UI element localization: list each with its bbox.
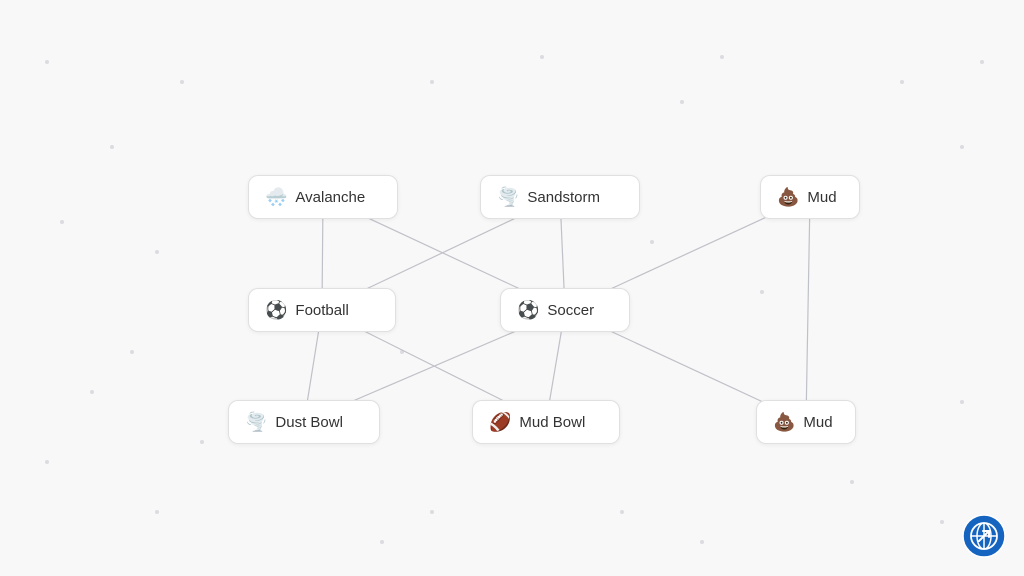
decorative-dot: [900, 80, 904, 84]
node-card-mud2[interactable]: 💩 Mud: [756, 400, 856, 444]
decorative-dot: [400, 350, 404, 354]
node-label-mud1: Mud: [807, 189, 836, 206]
node-label-avalanche: Avalanche: [295, 189, 365, 206]
decorative-dot: [130, 350, 134, 354]
decorative-dot: [155, 250, 159, 254]
app-logo: [962, 514, 1006, 558]
decorative-dot: [650, 240, 654, 244]
decorative-dot: [720, 55, 724, 59]
node-card-football[interactable]: ⚽ Football: [248, 288, 396, 332]
node-label-dustbowl: Dust Bowl: [275, 414, 343, 431]
connector-line: [806, 197, 810, 422]
node-card-avalanche[interactable]: 🌨️ Avalanche: [248, 175, 398, 219]
node-label-mudbowl: Mud Bowl: [519, 414, 585, 431]
node-card-dustbowl[interactable]: 🌪️ Dust Bowl: [228, 400, 380, 444]
node-emoji-football: ⚽: [265, 301, 287, 319]
decorative-dot: [110, 145, 114, 149]
decorative-dot: [430, 510, 434, 514]
node-card-mud1[interactable]: 💩 Mud: [760, 175, 860, 219]
node-card-soccer[interactable]: ⚽ Soccer: [500, 288, 630, 332]
node-label-soccer: Soccer: [547, 302, 594, 319]
decorative-dot: [540, 55, 544, 59]
decorative-dot: [200, 440, 204, 444]
decorative-dot: [45, 60, 49, 64]
node-emoji-avalanche: 🌨️: [265, 188, 287, 206]
node-emoji-sandstorm: 🌪️: [497, 188, 519, 206]
node-label-sandstorm: Sandstorm: [527, 189, 600, 206]
decorative-dot: [155, 510, 159, 514]
decorative-dot: [380, 540, 384, 544]
decorative-dot: [680, 100, 684, 104]
decorative-dot: [620, 510, 624, 514]
decorative-dot: [850, 480, 854, 484]
node-emoji-soccer: ⚽: [517, 301, 539, 319]
node-emoji-dustbowl: 🌪️: [245, 413, 267, 431]
node-emoji-mud1: 💩: [777, 188, 799, 206]
decorative-dot: [430, 80, 434, 84]
decorative-dot: [45, 460, 49, 464]
node-card-mudbowl[interactable]: 🏈 Mud Bowl: [472, 400, 620, 444]
node-label-football: Football: [295, 302, 348, 319]
node-emoji-mud2: 💩: [773, 413, 795, 431]
node-card-sandstorm[interactable]: 🌪️ Sandstorm: [480, 175, 640, 219]
node-emoji-mudbowl: 🏈: [489, 413, 511, 431]
decorative-dot: [960, 145, 964, 149]
decorative-dot: [980, 60, 984, 64]
decorative-dot: [180, 80, 184, 84]
decorative-dot: [960, 400, 964, 404]
decorative-dot: [940, 520, 944, 524]
decorative-dot: [760, 290, 764, 294]
decorative-dot: [60, 220, 64, 224]
node-label-mud2: Mud: [803, 414, 832, 431]
decorative-dot: [700, 540, 704, 544]
decorative-dot: [90, 390, 94, 394]
